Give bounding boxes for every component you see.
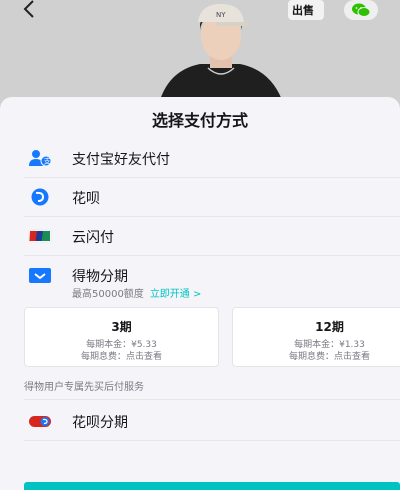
method-label: 花呗分期 bbox=[72, 415, 128, 431]
installment-limit-text: 最高50000额度 bbox=[72, 289, 144, 300]
plan-fee: 每期息费：点击查看 bbox=[80, 352, 162, 362]
divider bbox=[24, 399, 400, 400]
sheet-title: 选择支付方式 bbox=[151, 111, 248, 130]
svg-text:支: 支 bbox=[44, 157, 51, 166]
installment-plan-3[interactable]: 3期 每期本金：¥5.33 每期息费：点击查看 bbox=[24, 307, 219, 367]
share-wechat-button[interactable] bbox=[344, 0, 378, 20]
bnpl-hint: 得物用户专属先买后付服务 bbox=[24, 382, 144, 393]
unionpay-icon bbox=[28, 229, 52, 243]
huabei-icon bbox=[31, 188, 49, 206]
installment-plan-12[interactable]: 12期 每期本金：¥1.33 每期息费：点击查看 bbox=[232, 307, 400, 367]
chevron-left-icon bbox=[23, 0, 34, 18]
back-button[interactable] bbox=[22, 0, 52, 22]
plan-fee: 每期息费：点击查看 bbox=[288, 352, 370, 362]
divider bbox=[24, 440, 400, 441]
method-label: 云闪付 bbox=[72, 230, 114, 246]
method-huabei-installment[interactable]: 花呗分期 bbox=[0, 402, 400, 440]
huabei-installment-icon bbox=[29, 416, 51, 427]
method-label: 花呗 bbox=[72, 191, 100, 207]
svg-text:NY: NY bbox=[216, 11, 226, 19]
method-huabei[interactable]: 花呗 bbox=[0, 178, 400, 216]
wechat-icon bbox=[352, 3, 371, 17]
sell-button[interactable]: 出售 bbox=[288, 0, 324, 20]
activate-now-link[interactable]: 立即开通 > bbox=[150, 289, 202, 300]
product-photo: NY bbox=[150, 0, 290, 100]
installment-limit-row: 最高50000额度 立即开通 > bbox=[72, 285, 201, 300]
sell-label: 出售 bbox=[292, 4, 314, 17]
method-alipay-friend-pay[interactable]: 支 支付宝好友代付 bbox=[0, 139, 400, 177]
alipay-friend-icon: 支 bbox=[29, 150, 52, 167]
plan-title: 3期 bbox=[111, 320, 132, 334]
dewu-installment-icon bbox=[29, 268, 51, 283]
method-unionpay-quickpass[interactable]: 云闪付 bbox=[0, 217, 400, 255]
method-label: 得物分期 bbox=[72, 269, 128, 285]
confirm-pay-button[interactable] bbox=[24, 482, 400, 490]
method-label: 支付宝好友代付 bbox=[72, 152, 170, 168]
payment-method-sheet: 选择支付方式 支 支付宝好友代付 花呗 云闪付 得物分期 最高50000额度 立… bbox=[0, 97, 400, 490]
plan-title: 12期 bbox=[315, 320, 344, 334]
